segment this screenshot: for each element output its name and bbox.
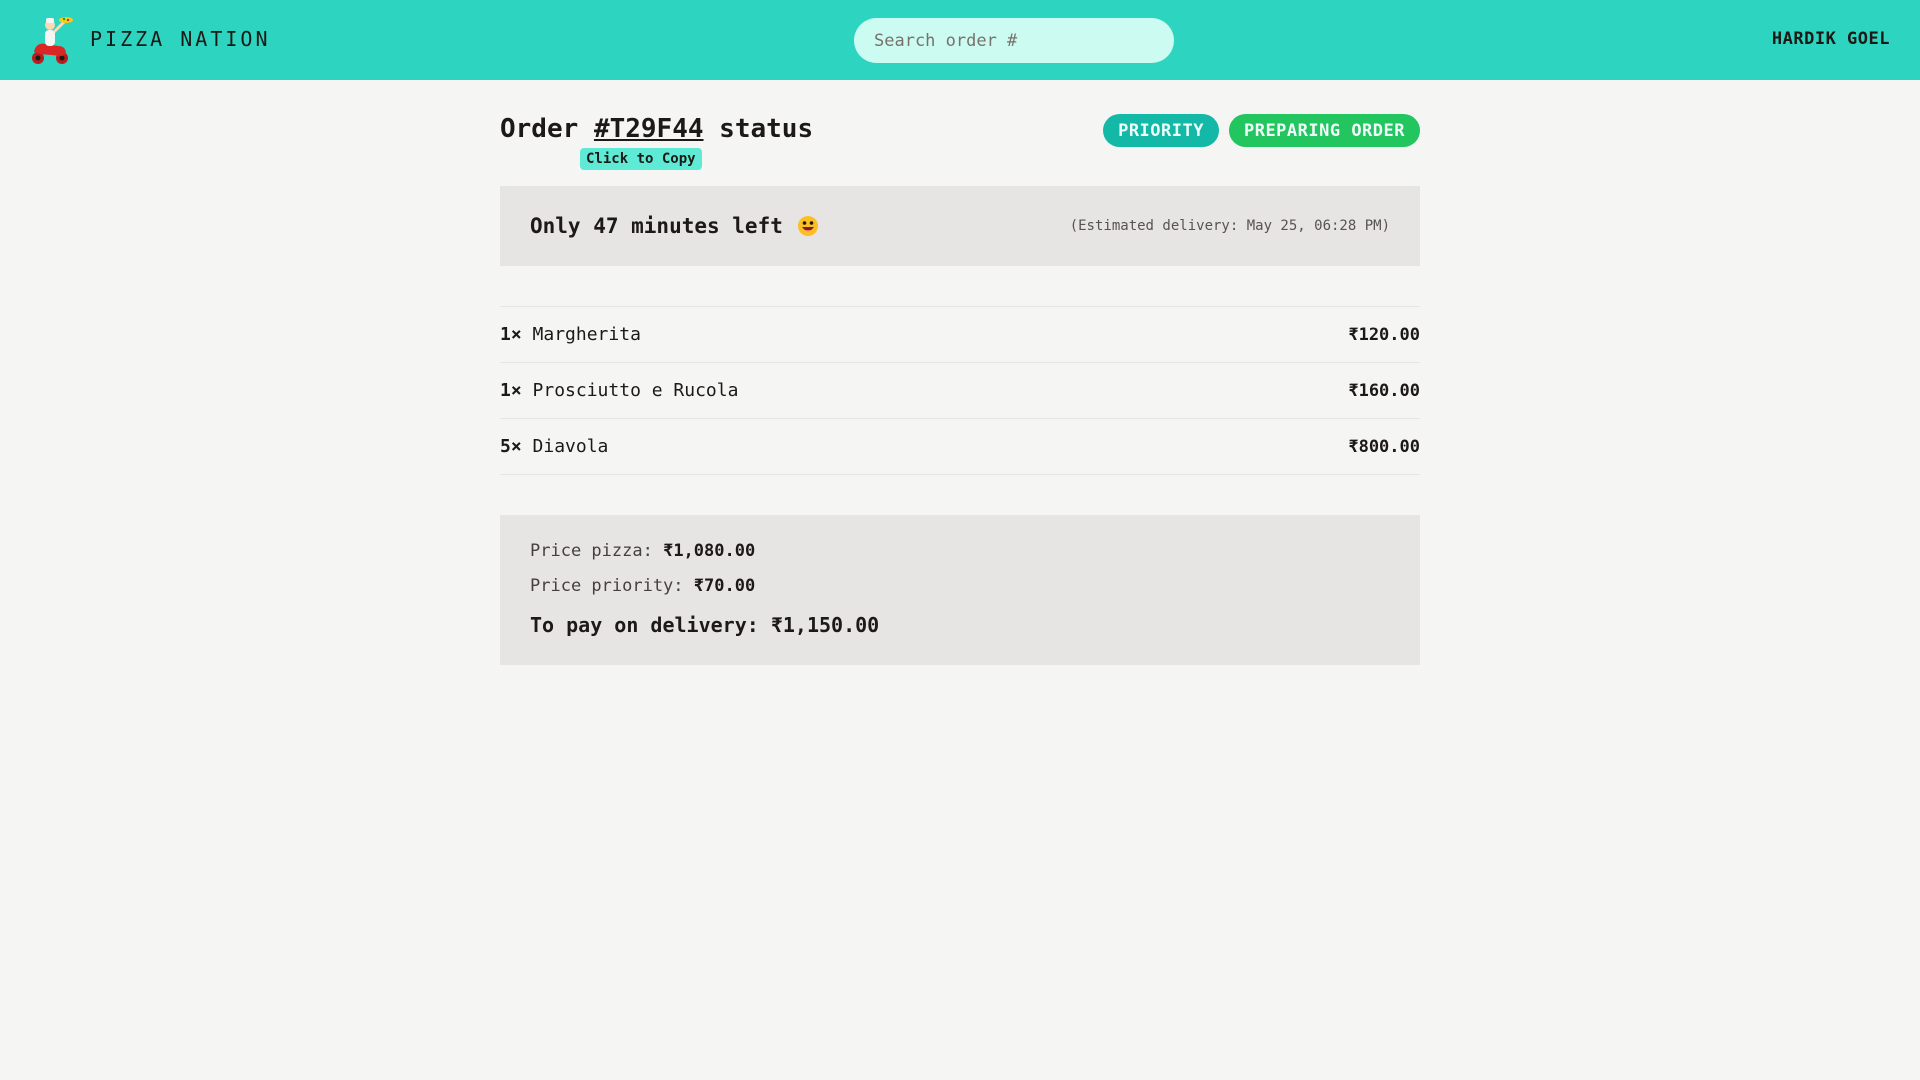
item-name: Prosciutto e Rucola [532,380,739,401]
price-pizza-label: Price pizza: [530,541,653,561]
order-items-list: 1× Margherita ₹120.00 1× Prosciutto e Ru… [500,306,1420,475]
title-suffix: status [719,114,814,144]
title-prefix: Order [500,114,579,144]
total-to-pay: To pay on delivery: ₹1,150.00 [530,613,1390,637]
price-pizza-value: ₹1,080.00 [663,541,756,561]
grinning-face-icon [797,216,818,236]
item-qty: 5× [500,436,522,457]
list-item: 5× Diavola ₹800.00 [500,419,1420,475]
delivery-scooter-logo-icon [32,17,73,64]
price-summary: Price pizza: ₹1,080.00 Price priority: ₹… [500,515,1420,665]
price-pizza-line: Price pizza: ₹1,080.00 [530,541,1390,576]
order-page: Order #T29F44 status Click to Copy PRIOR… [500,80,1420,665]
copy-tooltip: Click to Copy [580,148,702,170]
list-item: 1× Margherita ₹120.00 [500,307,1420,363]
status-badge: PREPARING ORDER [1228,114,1420,147]
top-bar: PIZZA NATION HARDIK GOEL [0,0,1920,80]
price-priority-line: Price priority: ₹70.00 [530,576,1390,611]
eta-text: Only 47 minutes left [530,214,783,238]
brand-name: PIZZA NATION [90,27,271,51]
eta-box: Only 47 minutes left (Estimated delivery… [500,186,1420,266]
eta-message: Only 47 minutes left [530,214,819,238]
order-title-row: Order #T29F44 status Click to Copy PRIOR… [500,80,1420,186]
page-title: Order #T29F44 status [500,114,813,144]
item-price: ₹120.00 [1348,324,1420,345]
price-priority-label: Price priority: [530,576,684,596]
estimated-delivery: (Estimated delivery: May 25, 06:28 PM) [1069,218,1390,234]
priority-badge: PRIORITY [1103,114,1219,147]
item-desc: 1× Prosciutto e Rucola [500,380,738,401]
item-name: Diavola [532,436,609,457]
item-price: ₹160.00 [1348,380,1420,401]
status-badges: PRIORITY PREPARING ORDER [1103,114,1420,147]
item-qty: 1× [500,380,522,401]
brand-link[interactable]: PIZZA NATION [28,12,271,66]
item-name: Margherita [532,324,641,345]
search-order-input[interactable] [854,18,1174,63]
item-desc: 5× Diavola [500,436,608,457]
item-desc: 1× Margherita [500,324,641,345]
price-priority-value: ₹70.00 [693,576,756,596]
item-qty: 1× [500,324,522,345]
order-id-copy-link[interactable]: #T29F44 [594,114,704,144]
item-price: ₹800.00 [1348,436,1420,457]
username: HARDIK GOEL [1771,29,1890,49]
total-label: To pay on delivery: [530,613,759,637]
total-value: ₹1,150.00 [770,613,880,637]
list-item: 1× Prosciutto e Rucola ₹160.00 [500,363,1420,419]
